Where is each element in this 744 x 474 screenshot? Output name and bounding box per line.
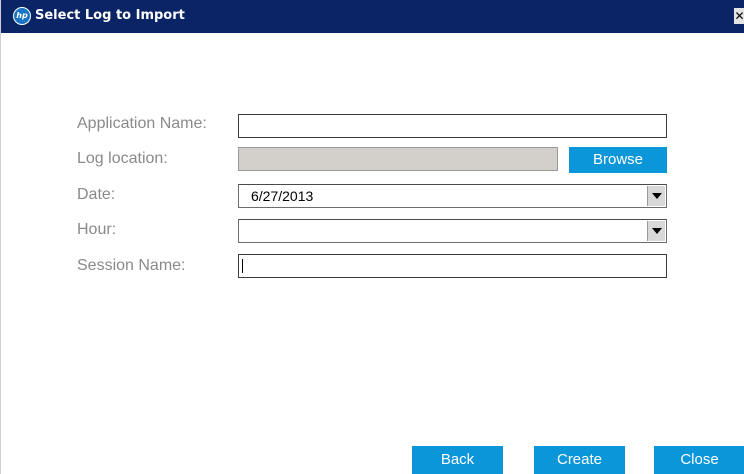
chevron-down-icon[interactable] (647, 221, 665, 241)
text-cursor (242, 259, 243, 273)
session-name-label: Session Name: (77, 257, 186, 274)
application-name-label: Application Name: (77, 115, 207, 132)
date-select[interactable]: 6/27/2013 (238, 184, 667, 208)
hp-logo-icon: hp (13, 7, 31, 25)
hour-label: Hour: (77, 221, 117, 238)
close-icon[interactable]: ✕ (734, 8, 744, 24)
log-location-input (238, 147, 558, 171)
date-value: 6/27/2013 (251, 188, 314, 204)
hour-select[interactable] (238, 219, 667, 243)
date-label: Date: (77, 186, 116, 203)
close-button[interactable]: Close (654, 446, 744, 474)
application-name-input[interactable] (238, 114, 667, 138)
back-button[interactable]: Back (412, 446, 503, 474)
session-name-input[interactable] (238, 254, 667, 278)
browse-button[interactable]: Browse (569, 147, 667, 173)
select-log-dialog: hp Select Log to Import ✕ Application Na… (0, 0, 744, 474)
title-bar: hp Select Log to Import ✕ (1, 0, 744, 33)
chevron-down-icon[interactable] (647, 186, 665, 206)
dialog-title: Select Log to Import (35, 8, 185, 23)
create-button[interactable]: Create (534, 446, 625, 474)
log-location-label: Log location: (77, 150, 168, 167)
